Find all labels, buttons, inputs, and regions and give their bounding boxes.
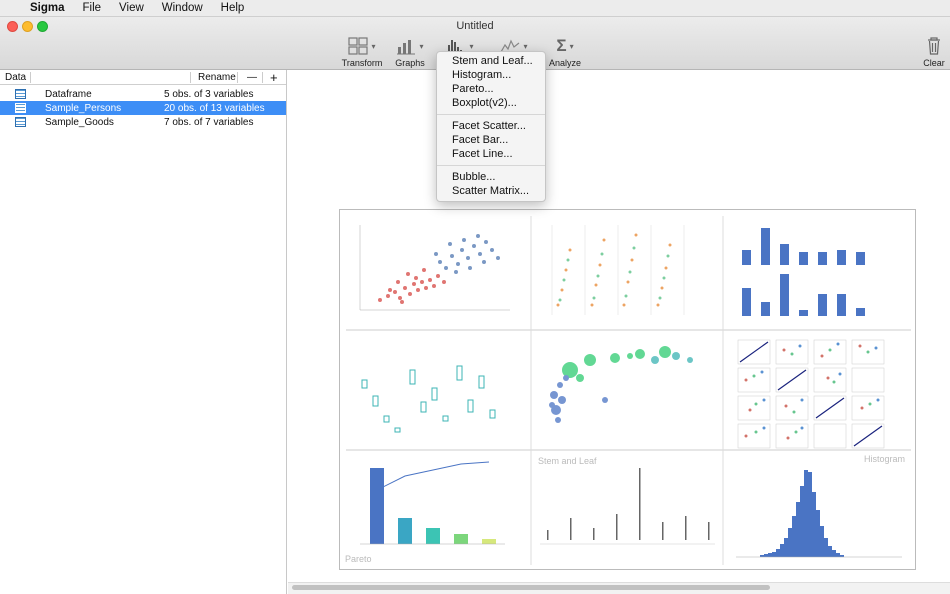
- chevron-down-icon: ▾: [371, 42, 376, 51]
- data-sidebar: Data Rename — + Dataframe 5 obs. of 3 va…: [0, 70, 287, 594]
- histogram-thumbnail: Histogram: [736, 454, 905, 558]
- boxplot-thumbnail: [361, 365, 496, 433]
- sample-charts: Pareto Stem and Leaf Histogram: [345, 216, 911, 565]
- menu-item-histogram[interactable]: Histogram...: [437, 68, 545, 82]
- menu-item-facet-scatter[interactable]: Facet Scatter...: [437, 119, 545, 133]
- stem-leaf-thumbnail: Stem and Leaf: [538, 456, 715, 545]
- menu-view[interactable]: View: [119, 0, 144, 17]
- scatter-matrix-thumbnail: [737, 339, 885, 449]
- table-icon: [15, 103, 26, 113]
- chevron-down-icon: ▾: [569, 42, 574, 51]
- menu-separator: [437, 114, 545, 115]
- dataset-name: Dataframe: [45, 88, 92, 100]
- menu-help[interactable]: Help: [221, 0, 245, 17]
- menu-file[interactable]: File: [83, 0, 102, 17]
- remove-button[interactable]: —: [247, 72, 257, 83]
- analyze-button[interactable]: Σ ▾ Analyze: [547, 35, 583, 69]
- sidebar-header: Data Rename — +: [0, 70, 286, 85]
- dataset-description: 5 obs. of 3 variables: [164, 88, 254, 100]
- chart-gallery-image: Pareto Stem and Leaf Histogram: [339, 209, 916, 570]
- analyze-label: Analyze: [548, 58, 582, 68]
- menu-item-stem-and-leaf[interactable]: Stem and Leaf...: [437, 54, 545, 68]
- dataset-row[interactable]: Dataframe 5 obs. of 3 variables: [0, 87, 286, 101]
- dataset-name: Sample_Persons: [45, 102, 122, 114]
- chevron-down-icon: ▾: [469, 42, 474, 51]
- scatter-thumbnail: [359, 225, 510, 311]
- window-title: Untitled: [456, 20, 494, 32]
- graphs-dropdown-menu: Stem and Leaf... Histogram... Pareto... …: [436, 51, 546, 202]
- transform-label: Transform: [341, 58, 383, 68]
- table-icon: [15, 89, 26, 99]
- menu-bar: Sigma File View Window Help: [0, 0, 950, 17]
- menu-item-pareto[interactable]: Pareto...: [437, 82, 545, 96]
- scrollbar-thumb[interactable]: [292, 585, 770, 590]
- transform-icon: [348, 37, 369, 55]
- stem-leaf-caption: Stem and Leaf: [538, 456, 597, 466]
- dataset-row[interactable]: Sample_Goods 7 obs. of 7 variables: [0, 115, 286, 129]
- sigma-icon: Σ: [556, 36, 567, 55]
- chevron-down-icon: ▾: [523, 42, 528, 51]
- add-button[interactable]: +: [270, 71, 278, 84]
- rename-button[interactable]: Rename: [198, 72, 236, 83]
- trash-icon: [928, 37, 940, 55]
- histogram-caption: Histogram: [864, 454, 905, 464]
- menu-separator: [437, 165, 545, 166]
- menu-item-bubble[interactable]: Bubble...: [437, 170, 545, 184]
- dataset-name: Sample_Goods: [45, 116, 114, 128]
- data-column-header[interactable]: Data: [5, 72, 26, 83]
- facet-bar-thumbnail: [742, 228, 865, 316]
- bubble-thumbnail: [549, 346, 693, 423]
- table-icon: [15, 117, 26, 127]
- pareto-caption: Pareto: [345, 554, 372, 564]
- pareto-thumbnail: Pareto: [345, 461, 505, 564]
- dataset-description: 7 obs. of 7 variables: [164, 116, 254, 128]
- graphs-button[interactable]: ▾ Graphs: [392, 35, 428, 68]
- bar-chart-icon: [397, 40, 416, 55]
- chevron-down-icon: ▾: [419, 42, 424, 51]
- menu-item-boxplot[interactable]: Boxplot(v2)...: [437, 96, 545, 110]
- menu-item-facet-bar[interactable]: Facet Bar...: [437, 133, 545, 147]
- clear-button[interactable]: Clear: [921, 35, 947, 68]
- dataset-row[interactable]: Sample_Persons 20 obs. of 13 variables: [0, 101, 286, 115]
- menu-app-name[interactable]: Sigma: [30, 0, 65, 17]
- dataset-description: 20 obs. of 13 variables: [164, 102, 265, 114]
- facet-scatter-thumbnail: [551, 225, 685, 315]
- menu-window[interactable]: Window: [162, 0, 203, 17]
- menu-item-scatter-matrix[interactable]: Scatter Matrix...: [437, 184, 545, 198]
- transform-button[interactable]: ▾ Transform: [341, 35, 383, 68]
- graphs-label: Graphs: [395, 58, 425, 68]
- clear-label: Clear: [923, 58, 945, 68]
- menu-item-facet-line[interactable]: Facet Line...: [437, 147, 545, 161]
